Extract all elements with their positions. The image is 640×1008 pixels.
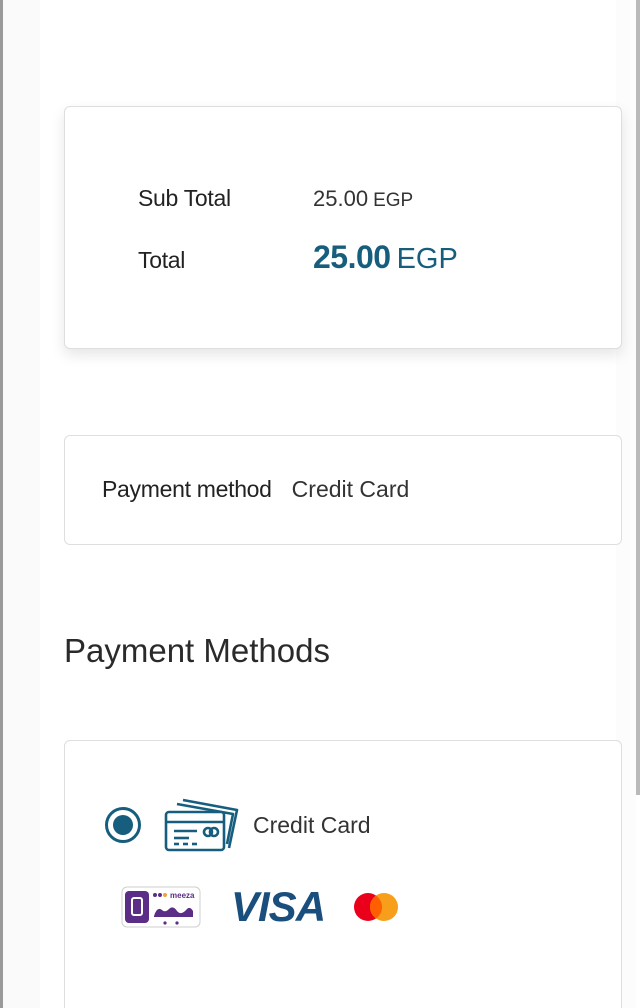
payment-option-credit-card[interactable]: Credit Card bbox=[105, 796, 371, 854]
payment-method-value: Credit Card bbox=[291, 476, 410, 502]
visa-logo: VISA bbox=[231, 883, 326, 930]
subtotal-currency: EGP bbox=[373, 190, 414, 211]
payment-method-card: Payment method Credit Card bbox=[64, 435, 622, 545]
mastercard-logo bbox=[354, 893, 399, 921]
credit-card-label: Credit Card bbox=[253, 811, 371, 838]
left-gutter bbox=[3, 0, 40, 1008]
subtotal-label: Sub Total bbox=[138, 185, 231, 211]
credit-card-icon bbox=[164, 798, 239, 852]
card-brands: meeza VISA bbox=[121, 883, 399, 931]
meeza-brand-text: meeza bbox=[170, 891, 195, 900]
subtotal-row: Sub Total 25.00 EGP bbox=[138, 185, 413, 212]
total-amount: 25.00 bbox=[313, 239, 391, 275]
payment-method-label: Payment method bbox=[102, 476, 272, 502]
subtotal-amount: 25.00 bbox=[313, 186, 369, 211]
total-label: Total bbox=[138, 247, 186, 273]
payment-method-row: Payment method Credit Card bbox=[102, 476, 409, 503]
order-summary-card: Sub Total 25.00 EGP Total 25.00 EGP bbox=[64, 106, 622, 349]
payment-methods-title: Payment Methods bbox=[64, 632, 330, 669]
radio-selected-dot bbox=[113, 815, 133, 835]
meeza-logo: meeza bbox=[121, 886, 201, 928]
credit-card-radio[interactable] bbox=[105, 807, 141, 843]
scrollbar[interactable] bbox=[636, 0, 640, 795]
total-currency: EGP bbox=[396, 243, 458, 275]
payment-options-card: Credit Card meeza VISA bbox=[64, 740, 622, 1008]
total-row: Total 25.00 EGP bbox=[138, 239, 458, 276]
